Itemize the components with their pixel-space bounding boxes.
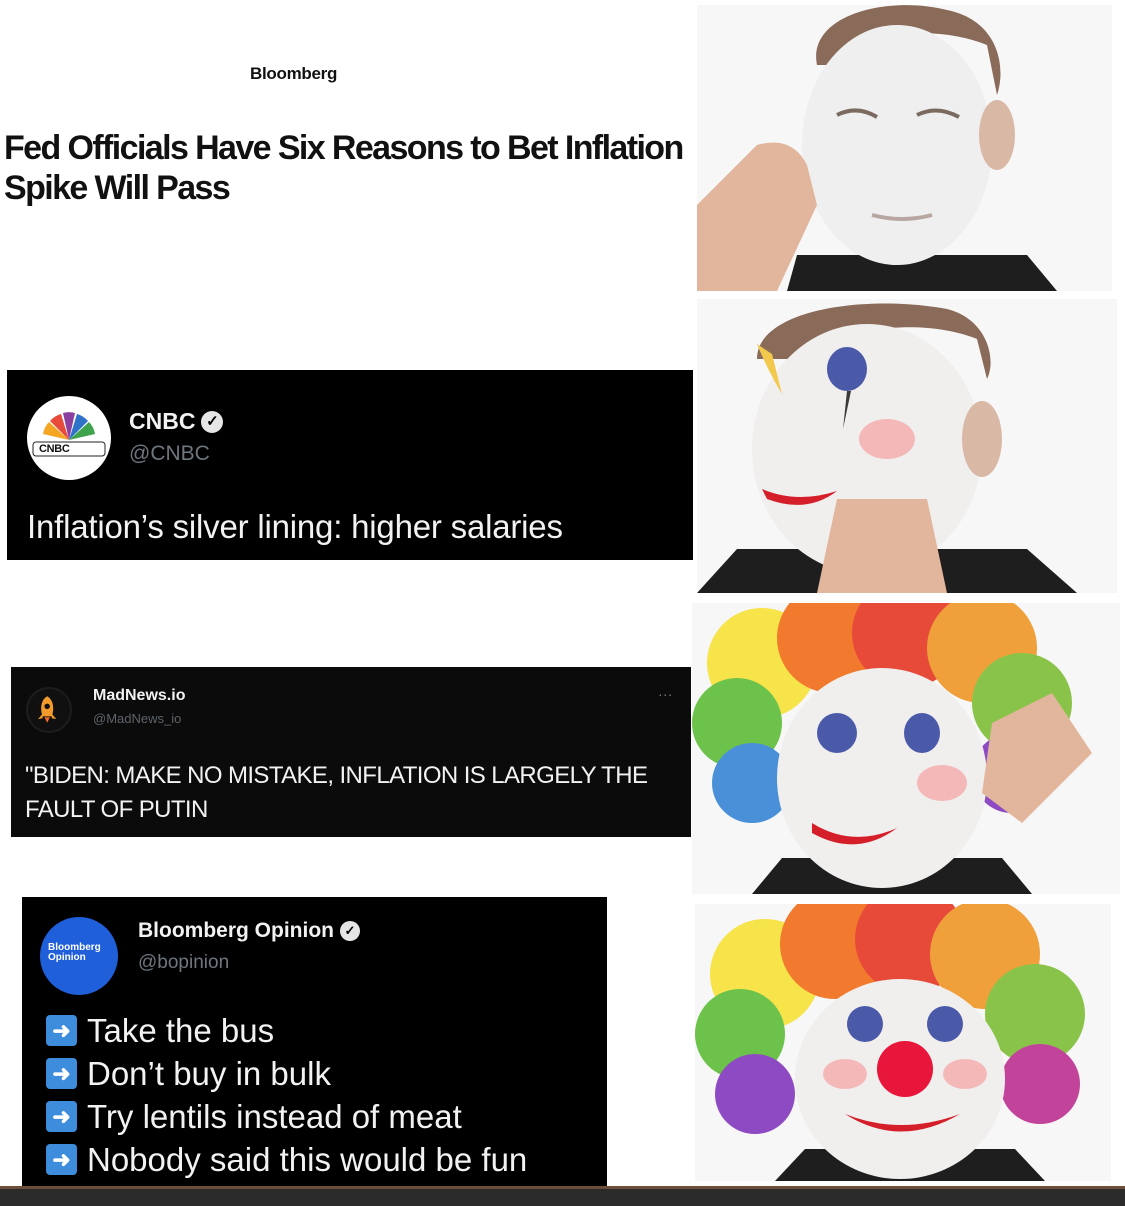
bullet-text: Take the bus [87,1011,275,1049]
clown-stage-3-photo [692,603,1120,894]
cnbc-tweet-card: CNBC CNBC ✓ @CNBC Inflation’s silver lin… [7,370,693,560]
right-arrow-icon: ➜ [46,1144,77,1175]
clown-stage-2-photo [697,299,1117,593]
cnbc-avatar-label: CNBC [39,443,70,455]
bullet-text: Don’t buy in bulk [87,1054,331,1092]
cnbc-account-name[interactable]: CNBC ✓ [129,408,224,435]
bloomberg-opinion-handle[interactable]: @bopinion [138,952,229,974]
verified-check-icon: ✓ [201,410,224,433]
rocket-icon [38,696,57,723]
bloomberg-opinion-name-text: Bloomberg Opinion [138,919,334,942]
clown-stage-1-photo [697,5,1112,291]
bloomberg-source-label: Bloomberg [250,64,338,83]
clown-stage-4-photo [695,904,1111,1181]
bloomberg-headline: Fed Officials Have Six Reasons to Bet In… [4,129,684,207]
right-arrow-icon: ➜ [46,1058,77,1089]
more-options-icon[interactable]: ... [658,683,673,699]
bullet-text: Try lentils instead of meat [87,1097,462,1135]
bullet-list: ➜ Take the bus ➜ Don’t buy in bulk ➜ Try le… [46,1009,527,1181]
list-item: ➜ Don’t buy in bulk [46,1052,527,1095]
list-item: ➜ Nobody said this would be fun [46,1138,527,1181]
bloomberg-opinion-avatar[interactable]: Bloomberg Opinion [40,917,118,995]
bullet-text: Nobody said this would be fun [87,1140,528,1178]
madnews-avatar[interactable] [26,687,72,733]
madnews-tweet-card: MadNews.io @MadNews_io ... "BIDEN: MAKE … [11,667,691,837]
bloomberg-opinion-avatar-label: Bloomberg Opinion [48,942,101,963]
list-item: ➜ Take the bus [46,1009,527,1052]
cnbc-handle[interactable]: @CNBC [129,442,210,466]
bottom-border [0,1186,1125,1206]
cnbc-peacock-icon [32,412,106,457]
bloomberg-opinion-account-name[interactable]: Bloomberg Opinion ✓ [138,919,360,943]
verified-check-icon: ✓ [339,921,360,941]
cnbc-name-text: CNBC [129,408,196,434]
right-arrow-icon: ➜ [46,1015,77,1046]
bloomberg-opinion-tweet-card: Bloomberg Opinion Bloomberg Opinion ✓ @b… [22,897,607,1192]
cnbc-avatar[interactable]: CNBC [27,396,111,480]
right-arrow-icon: ➜ [46,1101,77,1132]
madnews-handle[interactable]: @MadNews_io [93,711,181,726]
madnews-tweet-text: "BIDEN: MAKE NO MISTAKE, INFLATION IS LA… [25,762,648,823]
madnews-account-name[interactable]: MadNews.io [93,687,185,705]
list-item: ➜ Try lentils instead of meat [46,1095,527,1138]
cnbc-tweet-text: Inflation’s silver lining: higher salari… [27,508,563,545]
